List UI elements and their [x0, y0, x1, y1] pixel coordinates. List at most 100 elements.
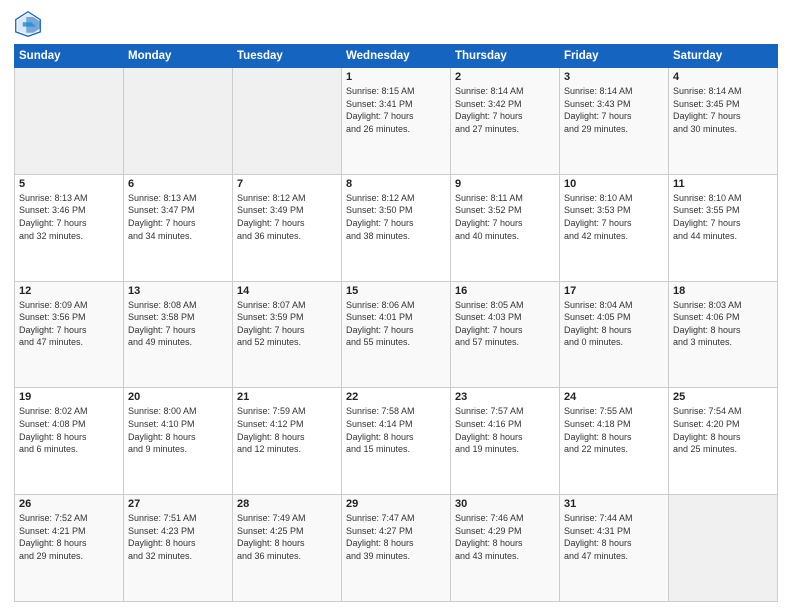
day-info: Sunrise: 7:46 AM Sunset: 4:29 PM Dayligh…	[455, 512, 555, 562]
weekday-header-thursday: Thursday	[451, 45, 560, 68]
day-info: Sunrise: 8:12 AM Sunset: 3:49 PM Dayligh…	[237, 192, 337, 242]
day-number: 3	[564, 71, 664, 83]
calendar-cell: 28 Sunrise: 7:49 AM Sunset: 4:25 PM Dayli…	[233, 495, 342, 602]
calendar-cell: 26 Sunrise: 7:52 AM Sunset: 4:21 PM Dayli…	[15, 495, 124, 602]
day-info: Sunrise: 8:15 AM Sunset: 3:41 PM Dayligh…	[346, 85, 446, 135]
calendar-cell: 22 Sunrise: 7:58 AM Sunset: 4:14 PM Dayli…	[342, 388, 451, 495]
day-number: 29	[346, 498, 446, 510]
day-info: Sunrise: 8:05 AM Sunset: 4:03 PM Dayligh…	[455, 299, 555, 349]
calendar-cell: 10Sunrise: 8:10 AM Sunset: 3:53 PM Dayli…	[560, 174, 669, 281]
header	[14, 10, 778, 38]
day-info: Sunrise: 8:00 AM Sunset: 4:10 PM Dayligh…	[128, 405, 228, 455]
day-number: 14	[237, 285, 337, 297]
logo-icon	[14, 10, 42, 38]
calendar-cell: 12Sunrise: 8:09 AM Sunset: 3:56 PM Dayli…	[15, 281, 124, 388]
weekday-header-monday: Monday	[124, 45, 233, 68]
day-number: 16	[455, 285, 555, 297]
calendar-cell: 18 Sunrise: 8:03 AM Sunset: 4:06 PM Dayli…	[669, 281, 778, 388]
calendar-cell: 30Sunrise: 7:46 AM Sunset: 4:29 PM Dayli…	[451, 495, 560, 602]
calendar-table: SundayMondayTuesdayWednesdayThursdayFrid…	[14, 44, 778, 602]
day-number: 2	[455, 71, 555, 83]
day-info: Sunrise: 8:02 AM Sunset: 4:08 PM Dayligh…	[19, 405, 119, 455]
calendar-cell: 19 Sunrise: 8:02 AM Sunset: 4:08 PM Dayli…	[15, 388, 124, 495]
day-info: Sunrise: 8:06 AM Sunset: 4:01 PM Dayligh…	[346, 299, 446, 349]
day-number: 6	[128, 178, 228, 190]
day-number: 28	[237, 498, 337, 510]
day-info: Sunrise: 8:07 AM Sunset: 3:59 PM Dayligh…	[237, 299, 337, 349]
calendar-cell: 3 Sunrise: 8:14 AM Sunset: 3:43 PM Daylig…	[560, 68, 669, 175]
day-number: 4	[673, 71, 773, 83]
day-info: Sunrise: 8:10 AM Sunset: 3:55 PM Dayligh…	[673, 192, 773, 242]
day-number: 22	[346, 391, 446, 403]
day-number: 31	[564, 498, 664, 510]
day-info: Sunrise: 7:55 AM Sunset: 4:18 PM Dayligh…	[564, 405, 664, 455]
day-number: 9	[455, 178, 555, 190]
day-info: Sunrise: 8:04 AM Sunset: 4:05 PM Dayligh…	[564, 299, 664, 349]
weekday-header-row: SundayMondayTuesdayWednesdayThursdayFrid…	[15, 45, 778, 68]
calendar-cell	[15, 68, 124, 175]
calendar-cell: 29 Sunrise: 7:47 AM Sunset: 4:27 PM Dayli…	[342, 495, 451, 602]
calendar-cell: 23 Sunrise: 7:57 AM Sunset: 4:16 PM Dayli…	[451, 388, 560, 495]
day-number: 20	[128, 391, 228, 403]
day-info: Sunrise: 8:11 AM Sunset: 3:52 PM Dayligh…	[455, 192, 555, 242]
calendar-cell: 11 Sunrise: 8:10 AM Sunset: 3:55 PM Dayli…	[669, 174, 778, 281]
day-info: Sunrise: 7:59 AM Sunset: 4:12 PM Dayligh…	[237, 405, 337, 455]
day-info: Sunrise: 7:44 AM Sunset: 4:31 PM Dayligh…	[564, 512, 664, 562]
day-number: 10	[564, 178, 664, 190]
day-info: Sunrise: 8:12 AM Sunset: 3:50 PM Dayligh…	[346, 192, 446, 242]
day-info: Sunrise: 8:03 AM Sunset: 4:06 PM Dayligh…	[673, 299, 773, 349]
calendar-cell: 9 Sunrise: 8:11 AM Sunset: 3:52 PM Daylig…	[451, 174, 560, 281]
page: SundayMondayTuesdayWednesdayThursdayFrid…	[0, 0, 792, 612]
calendar-week-row: 1 Sunrise: 8:15 AM Sunset: 3:41 PM Daylig…	[15, 68, 778, 175]
calendar-cell	[669, 495, 778, 602]
day-info: Sunrise: 8:13 AM Sunset: 3:46 PM Dayligh…	[19, 192, 119, 242]
calendar-cell	[124, 68, 233, 175]
day-number: 23	[455, 391, 555, 403]
day-number: 15	[346, 285, 446, 297]
day-info: Sunrise: 7:54 AM Sunset: 4:20 PM Dayligh…	[673, 405, 773, 455]
day-number: 25	[673, 391, 773, 403]
calendar-cell: 24 Sunrise: 7:55 AM Sunset: 4:18 PM Dayli…	[560, 388, 669, 495]
calendar-cell: 6 Sunrise: 8:13 AM Sunset: 3:47 PM Daylig…	[124, 174, 233, 281]
calendar-cell: 16 Sunrise: 8:05 AM Sunset: 4:03 PM Dayli…	[451, 281, 560, 388]
calendar-cell: 2Sunrise: 8:14 AM Sunset: 3:42 PM Daylig…	[451, 68, 560, 175]
calendar-cell: 25 Sunrise: 7:54 AM Sunset: 4:20 PM Dayli…	[669, 388, 778, 495]
calendar-week-row: 12Sunrise: 8:09 AM Sunset: 3:56 PM Dayli…	[15, 281, 778, 388]
calendar-cell: 7Sunrise: 8:12 AM Sunset: 3:49 PM Daylig…	[233, 174, 342, 281]
weekday-header-wednesday: Wednesday	[342, 45, 451, 68]
day-number: 1	[346, 71, 446, 83]
weekday-header-saturday: Saturday	[669, 45, 778, 68]
calendar-week-row: 26 Sunrise: 7:52 AM Sunset: 4:21 PM Dayli…	[15, 495, 778, 602]
calendar-cell: 20 Sunrise: 8:00 AM Sunset: 4:10 PM Dayli…	[124, 388, 233, 495]
calendar-cell: 31 Sunrise: 7:44 AM Sunset: 4:31 PM Dayli…	[560, 495, 669, 602]
day-number: 5	[19, 178, 119, 190]
calendar-cell: 17 Sunrise: 8:04 AM Sunset: 4:05 PM Dayli…	[560, 281, 669, 388]
calendar-week-row: 5 Sunrise: 8:13 AM Sunset: 3:46 PM Daylig…	[15, 174, 778, 281]
day-info: Sunrise: 7:52 AM Sunset: 4:21 PM Dayligh…	[19, 512, 119, 562]
day-number: 8	[346, 178, 446, 190]
day-info: Sunrise: 7:47 AM Sunset: 4:27 PM Dayligh…	[346, 512, 446, 562]
calendar-cell: 14 Sunrise: 8:07 AM Sunset: 3:59 PM Dayli…	[233, 281, 342, 388]
day-info: Sunrise: 7:58 AM Sunset: 4:14 PM Dayligh…	[346, 405, 446, 455]
day-number: 19	[19, 391, 119, 403]
day-info: Sunrise: 7:49 AM Sunset: 4:25 PM Dayligh…	[237, 512, 337, 562]
day-number: 11	[673, 178, 773, 190]
weekday-header-friday: Friday	[560, 45, 669, 68]
day-info: Sunrise: 8:14 AM Sunset: 3:43 PM Dayligh…	[564, 85, 664, 135]
day-number: 21	[237, 391, 337, 403]
day-info: Sunrise: 7:51 AM Sunset: 4:23 PM Dayligh…	[128, 512, 228, 562]
calendar-cell: 21 Sunrise: 7:59 AM Sunset: 4:12 PM Dayli…	[233, 388, 342, 495]
day-number: 13	[128, 285, 228, 297]
calendar-cell: 13 Sunrise: 8:08 AM Sunset: 3:58 PM Dayli…	[124, 281, 233, 388]
calendar-cell: 8 Sunrise: 8:12 AM Sunset: 3:50 PM Daylig…	[342, 174, 451, 281]
day-number: 27	[128, 498, 228, 510]
day-number: 18	[673, 285, 773, 297]
day-info: Sunrise: 7:57 AM Sunset: 4:16 PM Dayligh…	[455, 405, 555, 455]
day-number: 26	[19, 498, 119, 510]
day-number: 24	[564, 391, 664, 403]
calendar-cell: 15 Sunrise: 8:06 AM Sunset: 4:01 PM Dayli…	[342, 281, 451, 388]
day-info: Sunrise: 8:13 AM Sunset: 3:47 PM Dayligh…	[128, 192, 228, 242]
day-info: Sunrise: 8:08 AM Sunset: 3:58 PM Dayligh…	[128, 299, 228, 349]
day-number: 17	[564, 285, 664, 297]
weekday-header-sunday: Sunday	[15, 45, 124, 68]
